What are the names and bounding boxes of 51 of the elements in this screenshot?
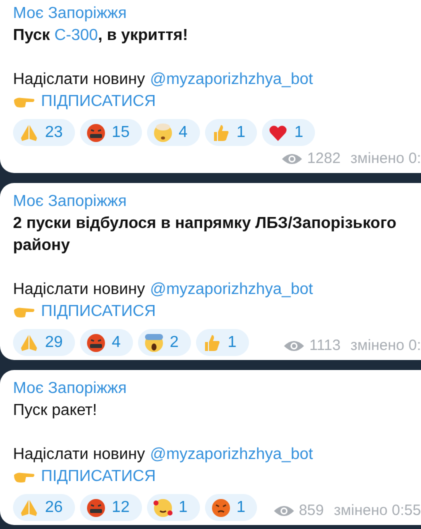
- channel-name: Моє Запоріжжя: [13, 4, 127, 24]
- reaction-chip[interactable]: 23: [13, 119, 75, 146]
- message-text: 2 пуски відбулося в напрямку ЛБЗ/Запорізького району: [13, 214, 398, 256]
- pointing-hand-icon: [13, 470, 35, 484]
- angry-face-icon: [210, 498, 230, 518]
- text-link[interactable]: С-300: [54, 27, 98, 44]
- eye-icon: [282, 153, 302, 165]
- praying-hands-icon: [19, 498, 39, 518]
- reaction-chip[interactable]: 15: [80, 119, 142, 146]
- reaction-chip[interactable]: 1: [204, 494, 258, 521]
- eye-icon: [274, 505, 294, 517]
- reaction-chip[interactable]: 12: [80, 494, 142, 521]
- pointing-hand-icon: [13, 305, 35, 319]
- send-news-text: Надіслати новину: [13, 445, 145, 465]
- reaction-chip[interactable]: 1: [146, 494, 200, 521]
- bot-link[interactable]: @myzaporizhzhya_bot: [150, 444, 313, 466]
- subscribe-link[interactable]: ПІДПИСАТИСЯ: [41, 301, 156, 323]
- bot-link[interactable]: @myzaporizhzhya_bot: [150, 279, 313, 301]
- edited-time: змінено 0:: [350, 149, 421, 169]
- subscribe-link[interactable]: ПІДПИСАТИСЯ: [41, 91, 156, 113]
- reaction-chip[interactable]: 2: [138, 329, 191, 356]
- view-count: 1113: [309, 336, 341, 356]
- cursing-face-icon: [86, 498, 106, 518]
- reaction-chip[interactable]: 29: [13, 329, 75, 356]
- bot-link[interactable]: @myzaporizhzhya_bot: [150, 69, 313, 91]
- screaming-face-icon: [144, 332, 164, 352]
- reaction-chip[interactable]: 4: [146, 119, 200, 146]
- message-text: Пуск ракет!: [13, 401, 98, 421]
- face-with-hearts-icon: [152, 498, 173, 518]
- view-count: 859: [298, 501, 324, 521]
- cursing-face-icon: [86, 332, 106, 352]
- reaction-chip[interactable]: 4: [80, 329, 133, 356]
- message-text: Пуск С-300, в укриття!: [13, 26, 189, 46]
- reaction-chip[interactable]: 26: [13, 494, 75, 521]
- exploding-head-icon: [152, 122, 173, 142]
- channel-name: Моє Запоріжжя: [13, 379, 127, 399]
- channel-name: Моє Запоріжжя: [13, 192, 127, 212]
- eye-icon: [284, 340, 304, 352]
- praying-hands-icon: [19, 332, 39, 352]
- edited-time: змінено 0:: [350, 336, 421, 356]
- view-count: 1282: [307, 149, 341, 169]
- reaction-chip[interactable]: 1: [196, 329, 249, 356]
- praying-hands-icon: [19, 122, 39, 142]
- subscribe-link[interactable]: ПІДПИСАТИСЯ: [41, 466, 156, 488]
- reaction-chip[interactable]: 1: [262, 119, 316, 146]
- reaction-chip[interactable]: 1: [204, 119, 258, 146]
- cursing-face-icon: [86, 122, 106, 142]
- edited-time: змінено 0:55: [334, 501, 421, 521]
- pointing-hand-icon: [13, 95, 35, 109]
- send-news-text: Надіслати новину: [13, 70, 145, 90]
- send-news-text: Надіслати новину: [13, 280, 145, 300]
